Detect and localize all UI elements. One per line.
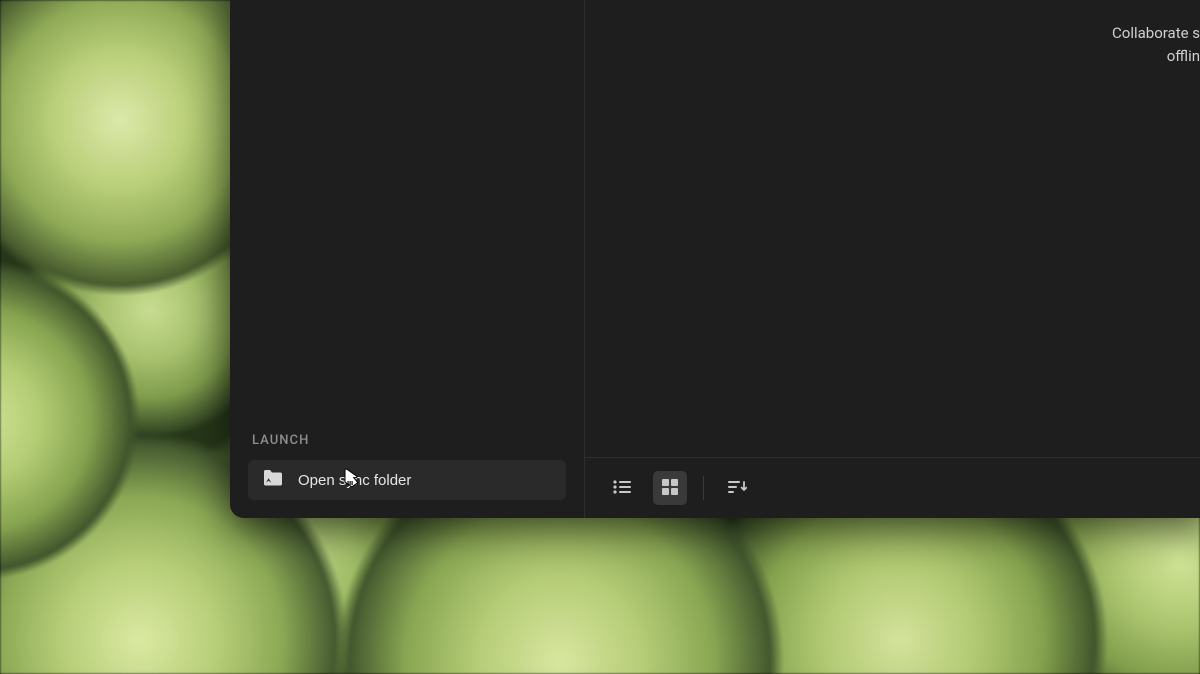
toolbar-separator [703, 476, 704, 500]
open-sync-folder-label: Open sync folder [298, 472, 411, 489]
launch-section: LAUNCH Open sync folder [230, 433, 584, 518]
open-sync-folder-button[interactable]: Open sync folder [248, 460, 566, 500]
desktop: LAUNCH Open sync folder Collaborate se [0, 0, 1200, 674]
launch-section-header: LAUNCH [252, 433, 566, 448]
collaborate-line-2: offline [1112, 45, 1200, 68]
view-toolbar [585, 457, 1200, 518]
grid-view-button[interactable] [653, 471, 687, 505]
collaborate-line-1: Collaborate se [1112, 22, 1200, 45]
folder-sync-icon [262, 469, 284, 491]
sidebar: LAUNCH Open sync folder [230, 0, 585, 518]
sort-icon [727, 479, 747, 498]
main-panel: Collaborate se offline [585, 0, 1200, 518]
collaborate-status-text: Collaborate se offline [1112, 22, 1200, 67]
list-view-button[interactable] [605, 471, 639, 505]
grid-view-icon [661, 478, 679, 499]
list-view-icon [612, 479, 632, 498]
sort-button[interactable] [720, 471, 754, 505]
app-window: LAUNCH Open sync folder Collaborate se [230, 0, 1200, 518]
sidebar-empty-area [230, 0, 584, 433]
main-body: Collaborate se offline [585, 0, 1200, 457]
